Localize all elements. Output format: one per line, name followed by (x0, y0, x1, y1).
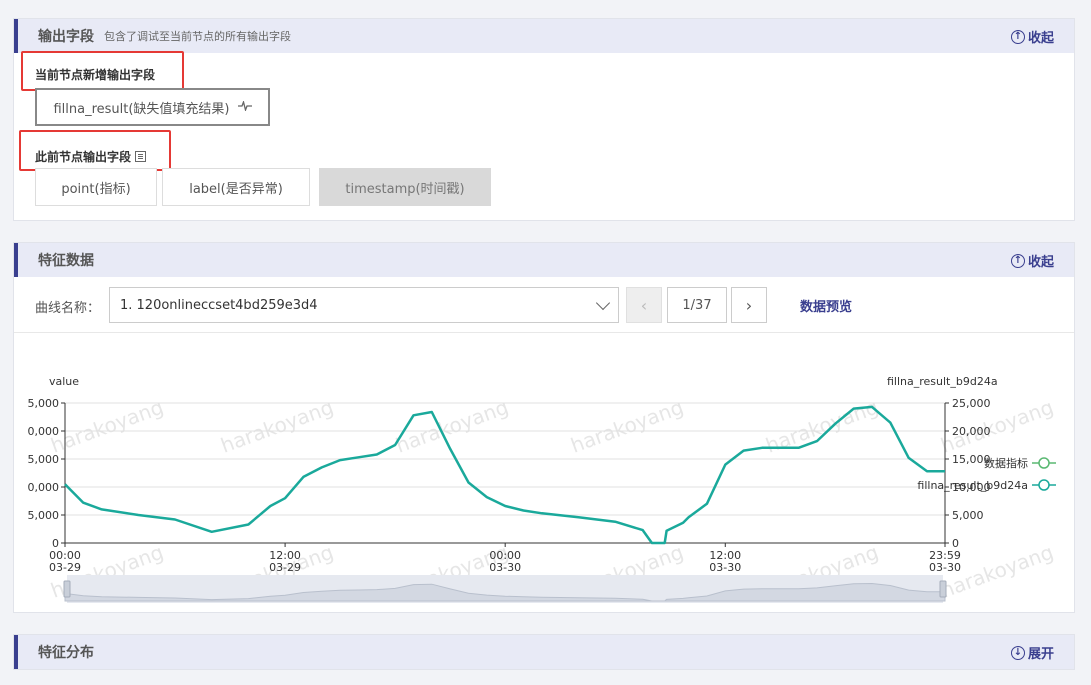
curve-select-value: 1. 120onlineccset4bd259e3d4 (120, 297, 318, 313)
field-label[interactable]: label(是否异常) (162, 168, 310, 206)
zoom-slider[interactable] (63, 575, 947, 603)
left-axis-title: value (49, 375, 79, 388)
feature-expand-label: 展开 (1027, 647, 1054, 662)
feature-data-title: 特征数据 (38, 253, 94, 269)
field-point[interactable]: point(指标) (35, 168, 157, 206)
arrow-up-icon: ↑ (1010, 29, 1025, 44)
zoom-handle-right[interactable] (939, 580, 947, 598)
legend-label: 数据指标 (984, 456, 1028, 470)
field-timestamp-label: timestamp(时间戳) (345, 181, 465, 197)
zoom-handle-left[interactable] (63, 580, 71, 598)
output-fields-header: 输出字段 包含了调试至当前节点的所有输出字段 ↑ 收起 (14, 19, 1074, 53)
watermark-text: harakoyang (568, 395, 687, 458)
feature-collapse-button[interactable]: ↑ 收起 (1010, 251, 1054, 270)
right-tick-label: 5,000 (952, 509, 984, 522)
left-tick-label: 0,000 (28, 481, 60, 494)
watermark-text: harakoyang (218, 395, 337, 458)
left-axis-ticks: 05,0000,0005,0000,0005,000 (28, 397, 60, 550)
curve-name-label: 曲线名称： (35, 301, 101, 316)
prev-fields-label: 此前节点输出字段 (35, 148, 147, 165)
curve-select[interactable]: 1. 120onlineccset4bd259e3d4 (109, 287, 619, 323)
x-tick-date: 03-30 (929, 561, 961, 574)
output-fields-subtitle: 包含了调试至当前节点的所有输出字段 (104, 30, 291, 43)
chevron-left-icon: ‹ (640, 295, 648, 315)
left-tick-label: 0,000 (28, 425, 60, 438)
feature-collapse-label: 收起 (1027, 255, 1054, 270)
pulse-icon (237, 99, 252, 114)
output-fields-panel: 输出字段 包含了调试至当前节点的所有输出字段 ↑ 收起 当前节点新增输出字段 f… (13, 18, 1075, 221)
left-tick-label: 5,000 (28, 509, 60, 522)
x-tick-date: 03-29 (49, 561, 81, 574)
chevron-down-icon (595, 295, 611, 311)
right-tick-label: 25,000 (952, 397, 991, 410)
arrow-up-icon: ↑ (1010, 253, 1025, 268)
divider (14, 332, 1074, 333)
prev-page-button[interactable]: ‹ (626, 287, 662, 323)
legend-label: fillna_result_b9d24a (917, 479, 1028, 492)
field-fillna-result[interactable]: fillna_result(缺失值填充结果) (35, 88, 270, 126)
x-tick-date: 03-29 (269, 561, 301, 574)
data-preview-link[interactable]: 数据预览 (800, 296, 852, 315)
feature-chart: harakoyang harakoyang harakoyang harakoyang… (28, 375, 1057, 603)
new-fields-label: 当前节点新增输出字段 (35, 68, 156, 82)
output-collapse-button[interactable]: ↑ 收起 (1010, 27, 1054, 46)
field-point-label: point(指标) (61, 181, 131, 197)
output-fields-title: 输出字段 (38, 29, 94, 45)
feature-dist-title: 特征分布 (38, 645, 94, 661)
feature-dist-panel: 特征分布 ↓ 展开 (13, 634, 1075, 670)
feature-data-header: 特征数据 ↑ 收起 (14, 243, 1074, 277)
next-page-button[interactable]: › (731, 287, 767, 323)
chevron-right-icon: › (745, 295, 753, 315)
x-tick-date: 03-30 (709, 561, 741, 574)
right-tick-label: 20,000 (952, 425, 991, 438)
page-indicator[interactable]: 1/37 (667, 287, 727, 323)
legend-marker[interactable] (1038, 479, 1050, 491)
feature-dist-header: 特征分布 ↓ 展开 (14, 635, 1074, 669)
prev-fields-label-text: 此前节点输出字段 (35, 150, 132, 164)
watermarks: harakoyang harakoyang harakoyang harakoyang… (48, 395, 1057, 603)
feature-expand-button[interactable]: ↓ 展开 (1010, 643, 1054, 662)
arrow-down-icon: ↓ (1010, 645, 1025, 660)
left-tick-label: 5,000 (28, 397, 60, 410)
right-axis-title: fillna_result_b9d24a (887, 375, 998, 388)
left-tick-label: 5,000 (28, 453, 60, 466)
x-tick-date: 03-30 (489, 561, 521, 574)
list-icon[interactable] (135, 151, 147, 162)
legend-marker[interactable] (1038, 457, 1050, 469)
watermark-text: harakoyang (393, 395, 512, 458)
feature-data-panel: 特征数据 ↑ 收起 曲线名称： 1. 120onlineccset4bd259e… (13, 242, 1075, 613)
chart-legend[interactable]: 数据指标 fillna_result_b9d24a (917, 456, 1056, 492)
field-label-label: label(是否异常) (189, 181, 283, 197)
field-fillna-result-label: fillna_result(缺失值填充结果) (53, 101, 230, 117)
field-timestamp[interactable]: timestamp(时间戳) (319, 168, 491, 206)
output-collapse-label: 收起 (1027, 31, 1054, 46)
